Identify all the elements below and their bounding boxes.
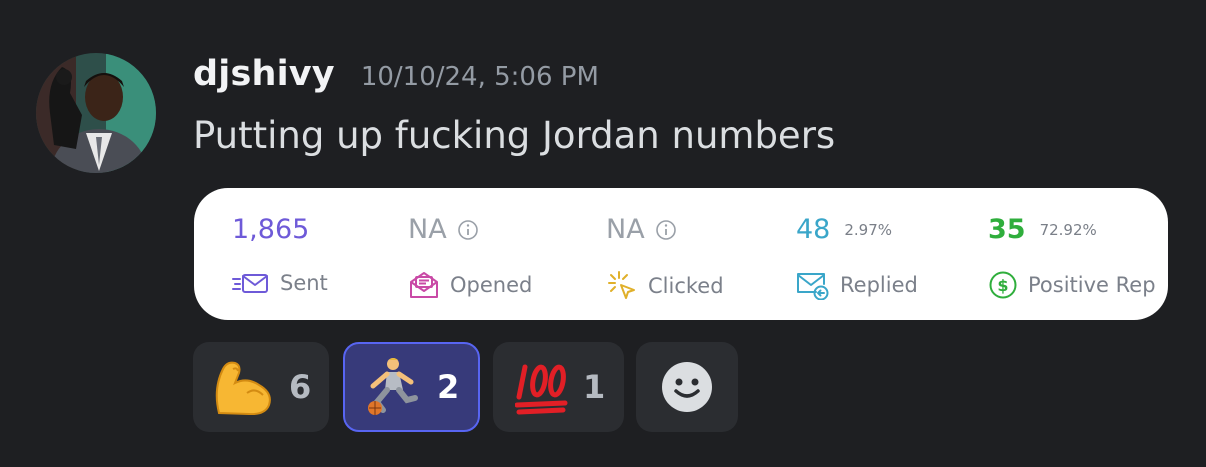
stats-image-embed[interactable]: 1,865 Sent NA Opened NA Clicked 48 2.97%… xyxy=(194,188,1168,320)
info-icon[interactable] xyxy=(655,219,677,241)
stat-number: NA xyxy=(606,214,645,245)
discord-message: djshivy 10/10/24, 5:06 PM Putting up fuc… xyxy=(0,0,1206,467)
stat-number: NA xyxy=(408,214,447,245)
stat-label: $ Positive Rep xyxy=(988,270,1156,300)
avatar-photo-icon xyxy=(36,53,156,173)
reaction-count: 2 xyxy=(437,368,460,406)
svg-text:$: $ xyxy=(997,276,1008,295)
stat-label-text: Positive Rep xyxy=(1028,273,1156,297)
message-content: Putting up fucking Jordan numbers xyxy=(193,114,836,157)
stat-number: 48 xyxy=(796,214,831,245)
hundred-points-icon xyxy=(515,364,568,415)
stat-percent: 2.97% xyxy=(844,220,893,239)
stat-number: 1,865 xyxy=(232,214,310,245)
timestamp: 10/10/24, 5:06 PM xyxy=(360,62,599,92)
add-reaction-icon xyxy=(662,362,712,412)
reaction-flexed-biceps[interactable]: 6 xyxy=(193,342,329,432)
add-reaction-button[interactable] xyxy=(636,342,738,432)
click-cursor-icon xyxy=(608,271,635,299)
stat-label-text: Replied xyxy=(840,273,918,297)
stat-label: Sent xyxy=(232,270,328,296)
stat-label-text: Sent xyxy=(280,271,328,295)
avatar[interactable] xyxy=(36,53,156,173)
stat-percent: 72.92% xyxy=(1039,220,1097,239)
username[interactable]: djshivy xyxy=(193,54,335,94)
info-icon[interactable] xyxy=(457,219,479,241)
stat-label-text: Clicked xyxy=(648,274,724,298)
message-header: djshivy 10/10/24, 5:06 PM xyxy=(193,54,599,104)
open-mail-icon xyxy=(410,272,438,298)
stat-value: 1,865 xyxy=(232,214,309,245)
dollar-circle-icon: $ xyxy=(989,271,1017,299)
send-mail-icon xyxy=(232,274,268,293)
person-bouncing-ball-icon xyxy=(368,358,418,415)
reaction-person-bouncing-ball[interactable]: 2 xyxy=(343,342,480,432)
stat-label: Clicked xyxy=(606,270,724,302)
stat-label-text: Opened xyxy=(450,273,533,297)
reaction-count: 1 xyxy=(583,368,606,406)
stat-value: 48 2.97% xyxy=(796,214,892,245)
reaction-count: 6 xyxy=(289,368,312,406)
stat-value: NA xyxy=(408,214,479,245)
stat-value: 35 72.92% xyxy=(988,214,1097,245)
stat-number: 35 xyxy=(988,214,1026,245)
reaction-hundred-points[interactable]: 1 xyxy=(493,342,624,432)
reply-mail-icon xyxy=(797,273,829,300)
stat-label: Replied xyxy=(796,270,918,300)
stat-value: NA xyxy=(606,214,677,245)
stat-label: Opened xyxy=(408,270,532,300)
flexed-biceps-icon xyxy=(215,361,271,415)
